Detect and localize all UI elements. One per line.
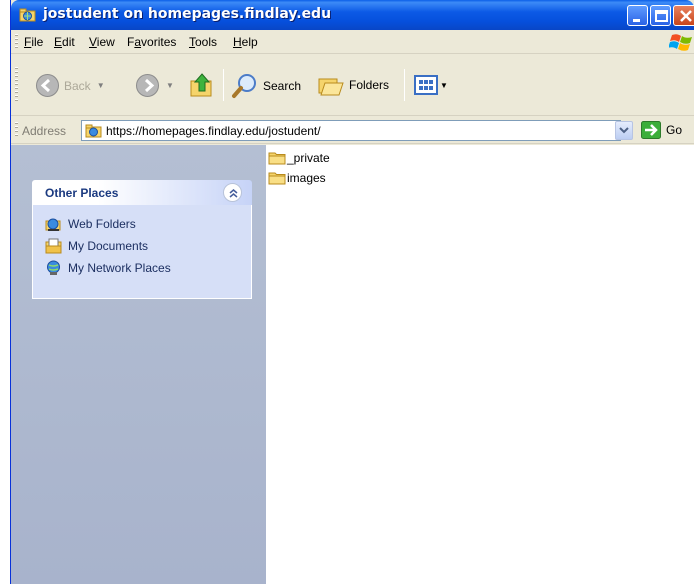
list-item[interactable]: _private: [268, 151, 330, 165]
other-places-header[interactable]: Other Places: [32, 180, 252, 205]
file-name: _private: [287, 151, 330, 165]
views-button[interactable]: ▼: [414, 75, 448, 95]
menu-edit[interactable]: Edit: [54, 35, 75, 49]
address-url[interactable]: https://homepages.findlay.edu/jostudent/: [106, 124, 321, 138]
standard-toolbar: Back ▼ ▼ Search Folders ▼: [11, 55, 694, 116]
forward-dropdown-icon[interactable]: ▼: [166, 81, 174, 90]
back-dropdown-icon[interactable]: ▼: [97, 81, 105, 90]
address-label: Address: [22, 124, 67, 138]
menu-file[interactable]: File: [24, 35, 43, 49]
collapse-button[interactable]: [223, 183, 242, 202]
views-icon: [414, 75, 438, 95]
views-dropdown-icon[interactable]: ▼: [440, 81, 448, 90]
other-places-list: Web Folders My Documents My Network Plac…: [32, 205, 252, 299]
window-title: jostudent on homepages.findlay.edu: [43, 6, 332, 22]
chevron-down-icon: [619, 127, 629, 134]
folders-icon: [318, 78, 344, 96]
web-folders-icon: [45, 218, 61, 231]
address-bar: Address https://homepages.findlay.edu/jo…: [11, 117, 694, 144]
list-item[interactable]: images: [268, 171, 326, 185]
folder-icon: [268, 172, 286, 185]
search-icon: [232, 74, 256, 98]
file-name: images: [287, 171, 326, 185]
forward-button[interactable]: ▼: [135, 73, 174, 98]
web-folder-icon: [85, 124, 102, 138]
web-folder-icon: [19, 8, 36, 22]
network-places-icon: [47, 260, 60, 275]
folder-icon: [268, 152, 286, 165]
go-button[interactable]: Go: [641, 121, 682, 139]
toolbar-grip[interactable]: [15, 67, 18, 103]
folders-button[interactable]: Folders: [317, 73, 389, 97]
explorer-window: jostudent on homepages.findlay.edu File …: [10, 0, 694, 584]
menu-view[interactable]: View: [89, 35, 115, 49]
maximize-button[interactable]: [650, 5, 671, 26]
title-bar[interactable]: jostudent on homepages.findlay.edu: [11, 0, 694, 30]
task-pane: Other Places Web Folders My Documents My…: [11, 145, 266, 584]
address-dropdown-button[interactable]: [615, 121, 633, 140]
link-my-documents[interactable]: My Documents: [33, 235, 251, 257]
close-button[interactable]: [673, 5, 694, 26]
my-documents-icon: [45, 238, 62, 254]
other-places-panel: Other Places Web Folders My Documents My…: [32, 180, 252, 299]
windows-logo-icon: [669, 34, 692, 51]
link-web-folders[interactable]: Web Folders: [33, 213, 251, 235]
minimize-icon: [633, 19, 640, 22]
search-button[interactable]: Search: [231, 73, 301, 99]
go-arrow-icon: [641, 121, 661, 139]
forward-arrow-icon: [136, 74, 159, 97]
address-input[interactable]: https://homepages.findlay.edu/jostudent/: [81, 120, 621, 141]
menu-grip[interactable]: [15, 34, 18, 50]
menu-bar: File Edit View Favorites Tools Help: [11, 30, 694, 54]
back-button[interactable]: Back ▼: [35, 73, 105, 98]
maximize-icon: [655, 10, 668, 22]
double-chevron-up-icon: [229, 189, 238, 198]
address-grip[interactable]: [15, 122, 18, 138]
minimize-button[interactable]: [627, 5, 648, 26]
link-my-network-places[interactable]: My Network Places: [33, 257, 251, 279]
menu-favorites[interactable]: Favorites: [127, 35, 176, 49]
file-list: _private images: [266, 145, 694, 584]
close-icon: [680, 10, 692, 22]
folder-up-icon: [190, 73, 212, 97]
menu-tools[interactable]: Tools: [189, 35, 217, 49]
panel-title: Other Places: [45, 186, 119, 200]
back-arrow-icon: [36, 74, 59, 97]
up-button[interactable]: [189, 71, 215, 99]
menu-help[interactable]: Help: [233, 35, 258, 49]
